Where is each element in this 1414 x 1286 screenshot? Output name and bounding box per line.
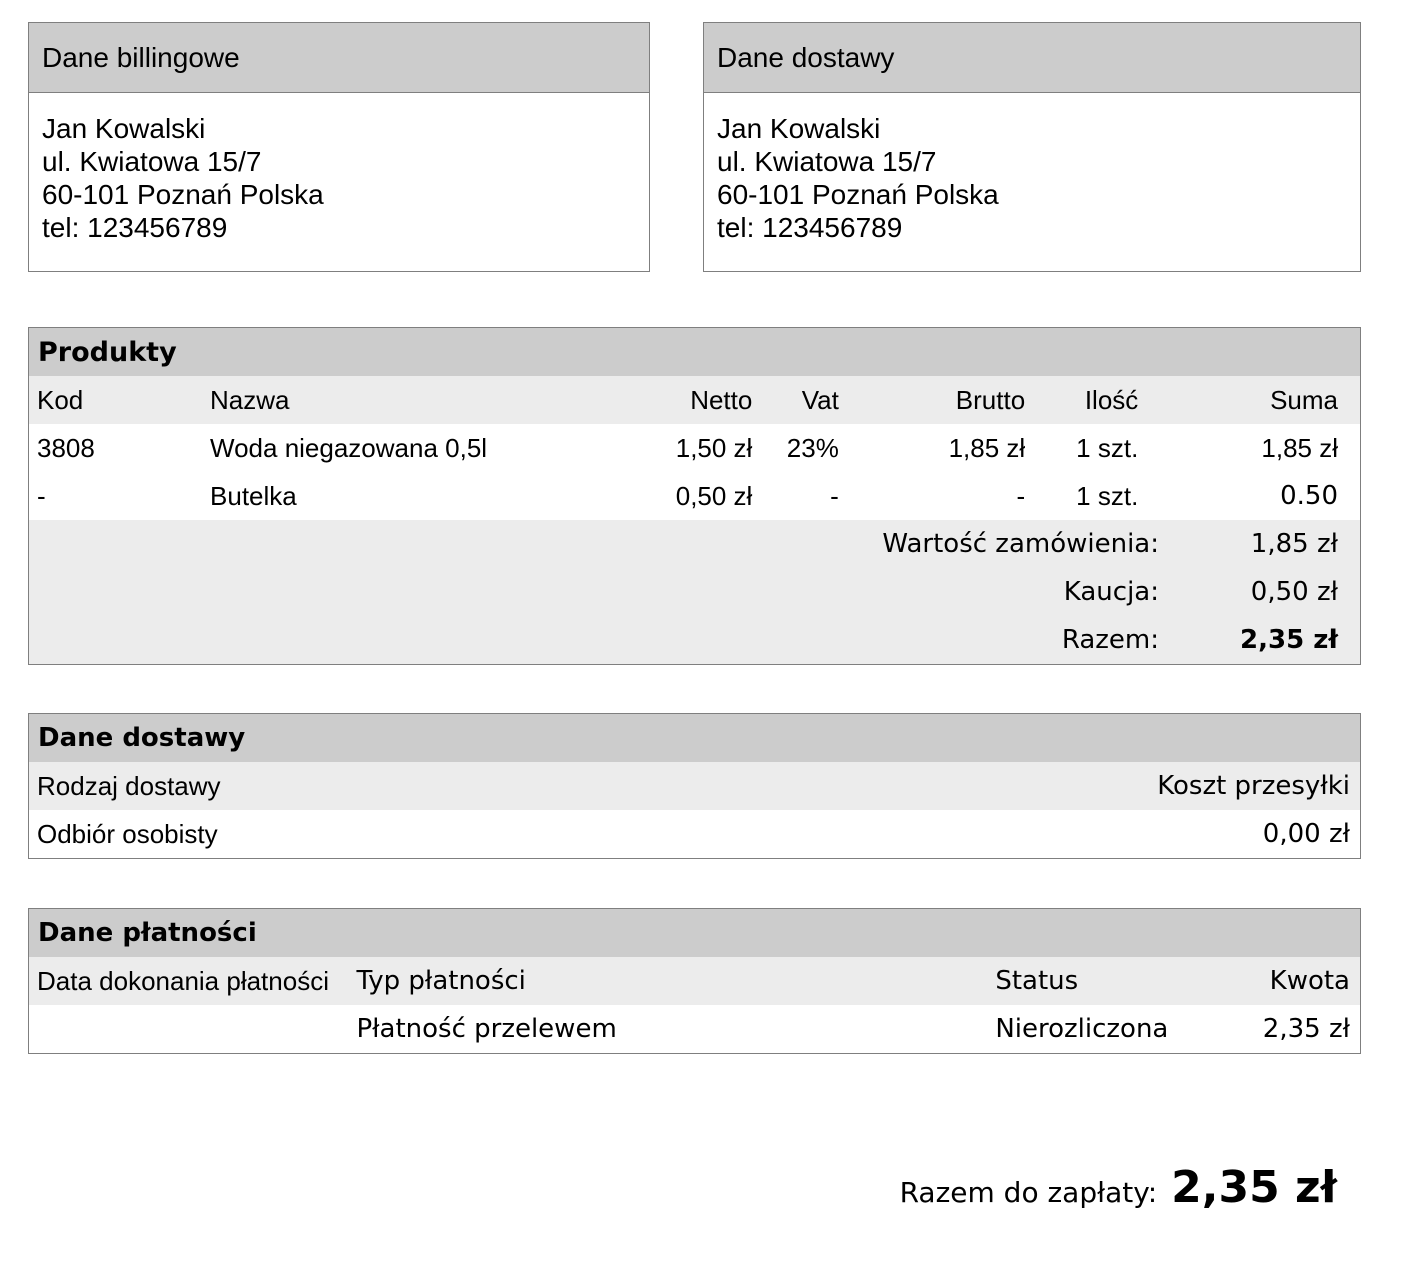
billing-address-line: 60-101 Poznań Polska xyxy=(42,178,636,211)
shipping-address-line: Jan Kowalski xyxy=(717,112,1347,145)
column-header-delivery-type: Rodzaj dostawy xyxy=(29,762,695,810)
grand-total: Razem do zapłaty: 2,35 zł xyxy=(28,1162,1361,1213)
summary-label: Razem: xyxy=(29,625,1159,655)
payment-row: Płatność przelewem Nierozliczona 2,35 zł xyxy=(29,1005,1360,1053)
payment-amount: 2,35 zł xyxy=(1180,1005,1360,1053)
summary-row-total: Razem: 2,35 zł xyxy=(29,616,1360,664)
column-header-ilosc: Ilość xyxy=(1047,376,1160,424)
payment-header-row: Data dokonania płatności Typ płatności S… xyxy=(29,957,1360,1005)
column-header-nazwa: Nazwa xyxy=(202,376,641,424)
product-row: - Butelka 0,50 zł - - 1 szt. 0.50 xyxy=(29,472,1360,520)
column-header-kod: Kod xyxy=(29,376,202,424)
summary-value: 1,85 zł xyxy=(1159,529,1360,559)
products-table: Kod Nazwa Netto Vat Brutto Ilość Suma 38… xyxy=(29,376,1360,520)
product-quantity: 1 szt. xyxy=(1047,424,1160,472)
products-header-row: Kod Nazwa Netto Vat Brutto Ilość Suma xyxy=(29,376,1360,424)
product-quantity: 1 szt. xyxy=(1047,472,1160,520)
products-section-title: Produkty xyxy=(29,328,1360,376)
product-sum: 0.50 xyxy=(1160,472,1360,520)
billing-box-title: Dane billingowe xyxy=(29,23,649,93)
summary-value: 0,50 zł xyxy=(1159,577,1360,607)
product-row: 3808 Woda niegazowana 0,5l 1,50 zł 23% 1… xyxy=(29,424,1360,472)
payment-table: Data dokonania płatności Typ płatności S… xyxy=(29,957,1360,1053)
payment-section: Dane płatności Data dokonania płatności … xyxy=(28,908,1361,1054)
payment-type: Płatność przelewem xyxy=(348,1005,987,1053)
product-code: - xyxy=(29,472,202,520)
summary-total-value: 2,35 zł xyxy=(1159,625,1360,655)
grand-total-label: Razem do zapłaty: xyxy=(900,1176,1158,1209)
delivery-type: Odbiór osobisty xyxy=(29,810,695,858)
shipping-cost: 0,00 zł xyxy=(695,810,1361,858)
address-row: Dane billingowe Jan Kowalski ul. Kwiatow… xyxy=(28,22,1361,272)
product-sum: 1,85 zł xyxy=(1160,424,1360,472)
product-netto: 1,50 zł xyxy=(641,424,774,472)
summary-row-order-value: Wartość zamówienia: 1,85 zł xyxy=(29,520,1360,568)
product-vat: 23% xyxy=(774,424,861,472)
billing-address-line: ul. Kwiatowa 15/7 xyxy=(42,145,636,178)
shipping-box: Dane dostawy Jan Kowalski ul. Kwiatowa 1… xyxy=(703,22,1361,272)
column-header-shipping-cost: Koszt przesyłki xyxy=(695,762,1361,810)
products-section: Produkty Kod Nazwa Netto Vat Brutto Iloś… xyxy=(28,327,1361,665)
billing-address: Jan Kowalski ul. Kwiatowa 15/7 60-101 Po… xyxy=(29,93,649,271)
product-name: Butelka xyxy=(202,472,641,520)
delivery-table: Rodzaj dostawy Koszt przesyłki Odbiór os… xyxy=(29,762,1360,858)
delivery-section: Dane dostawy Rodzaj dostawy Koszt przesy… xyxy=(28,713,1361,859)
column-header-brutto: Brutto xyxy=(861,376,1047,424)
column-header-payment-date: Data dokonania płatności xyxy=(29,957,348,1005)
delivery-section-title: Dane dostawy xyxy=(29,714,1360,762)
billing-address-line: Jan Kowalski xyxy=(42,112,636,145)
grand-total-value: 2,35 zł xyxy=(1171,1162,1337,1213)
shipping-box-title: Dane dostawy xyxy=(704,23,1360,93)
column-header-suma: Suma xyxy=(1160,376,1360,424)
delivery-row: Odbiór osobisty 0,00 zł xyxy=(29,810,1360,858)
product-name: Woda niegazowana 0,5l xyxy=(202,424,641,472)
summary-label: Kaucja: xyxy=(29,577,1159,607)
delivery-header-row: Rodzaj dostawy Koszt przesyłki xyxy=(29,762,1360,810)
product-brutto: - xyxy=(861,472,1047,520)
column-header-vat: Vat xyxy=(774,376,861,424)
shipping-address-line: 60-101 Poznań Polska xyxy=(717,178,1347,211)
summary-row-deposit: Kaucja: 0,50 zł xyxy=(29,568,1360,616)
product-netto: 0,50 zł xyxy=(641,472,774,520)
shipping-address: Jan Kowalski ul. Kwiatowa 15/7 60-101 Po… xyxy=(704,93,1360,271)
column-header-netto: Netto xyxy=(641,376,774,424)
column-header-status: Status xyxy=(987,957,1180,1005)
payment-section-title: Dane płatności xyxy=(29,909,1360,957)
product-vat: - xyxy=(774,472,861,520)
billing-address-line: tel: 123456789 xyxy=(42,211,636,244)
shipping-address-line: ul. Kwiatowa 15/7 xyxy=(717,145,1347,178)
summary-label: Wartość zamówienia: xyxy=(29,529,1159,559)
billing-box: Dane billingowe Jan Kowalski ul. Kwiatow… xyxy=(28,22,650,272)
payment-date xyxy=(29,1005,348,1053)
order-document: Dane billingowe Jan Kowalski ul. Kwiatow… xyxy=(0,0,1414,1213)
payment-status: Nierozliczona xyxy=(987,1005,1180,1053)
product-brutto: 1,85 zł xyxy=(861,424,1047,472)
column-header-amount: Kwota xyxy=(1180,957,1360,1005)
order-summary: Wartość zamówienia: 1,85 zł Kaucja: 0,50… xyxy=(29,520,1360,664)
shipping-address-line: tel: 123456789 xyxy=(717,211,1347,244)
column-header-payment-type: Typ płatności xyxy=(348,957,987,1005)
product-code: 3808 xyxy=(29,424,202,472)
